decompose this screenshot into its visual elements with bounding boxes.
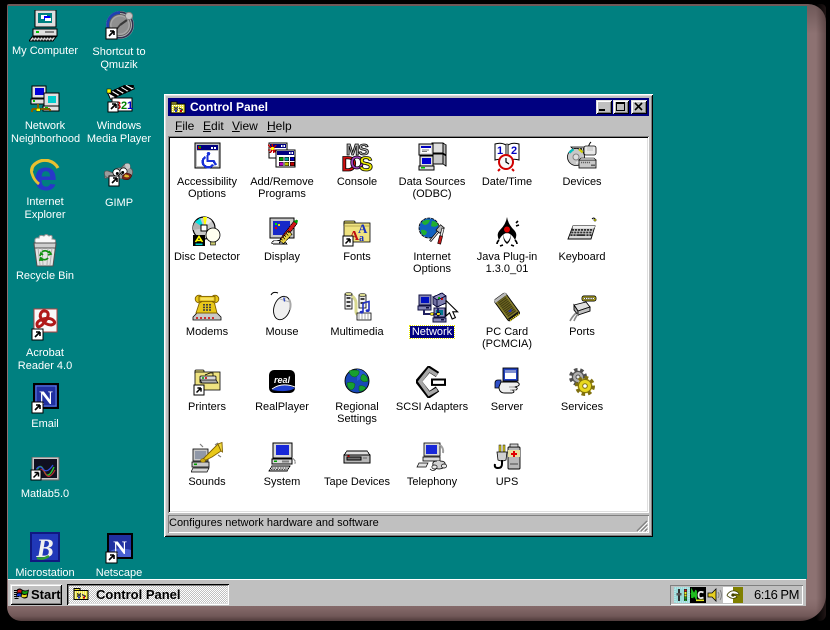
svg-text:2: 2	[511, 145, 517, 157]
svg-text:a: a	[359, 233, 364, 244]
svg-text:S: S	[359, 153, 373, 173]
svg-text:1: 1	[127, 100, 133, 112]
svg-text:real: real	[274, 375, 291, 385]
